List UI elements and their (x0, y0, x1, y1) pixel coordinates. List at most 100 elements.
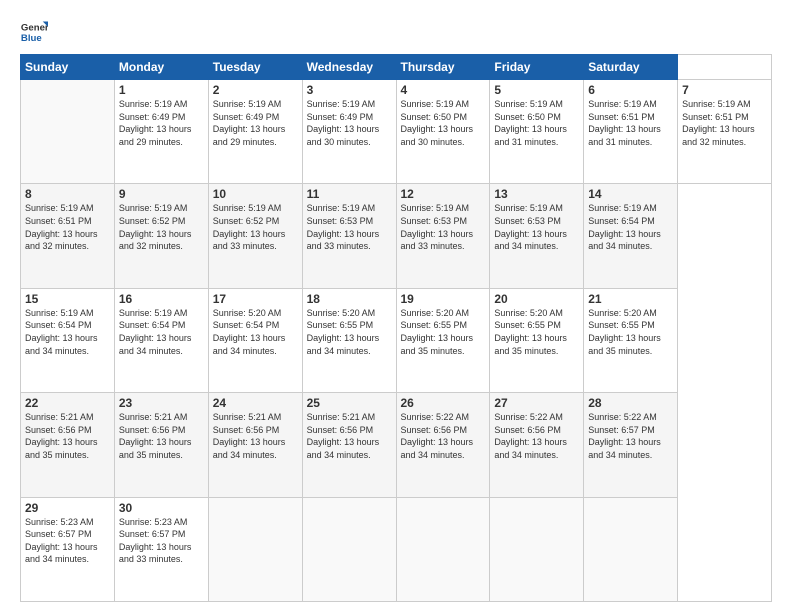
day-number: 20 (494, 292, 579, 306)
day-info: Sunrise: 5:20 AMSunset: 6:55 PMDaylight:… (588, 307, 673, 357)
col-header-saturday: Saturday (584, 55, 678, 80)
calendar-cell: 15Sunrise: 5:19 AMSunset: 6:54 PMDayligh… (21, 288, 115, 392)
calendar-cell: 8Sunrise: 5:19 AMSunset: 6:51 PMDaylight… (21, 184, 115, 288)
col-header-friday: Friday (490, 55, 584, 80)
calendar-cell: 19Sunrise: 5:20 AMSunset: 6:55 PMDayligh… (396, 288, 490, 392)
calendar-cell: 1Sunrise: 5:19 AMSunset: 6:49 PMDaylight… (114, 80, 208, 184)
calendar-cell: 20Sunrise: 5:20 AMSunset: 6:55 PMDayligh… (490, 288, 584, 392)
calendar-cell: 30Sunrise: 5:23 AMSunset: 6:57 PMDayligh… (114, 497, 208, 601)
day-info: Sunrise: 5:19 AMSunset: 6:54 PMDaylight:… (25, 307, 110, 357)
logo: General Blue (20, 18, 48, 46)
calendar-cell: 23Sunrise: 5:21 AMSunset: 6:56 PMDayligh… (114, 393, 208, 497)
day-number: 29 (25, 501, 110, 515)
calendar-cell: 12Sunrise: 5:19 AMSunset: 6:53 PMDayligh… (396, 184, 490, 288)
calendar-cell: 28Sunrise: 5:22 AMSunset: 6:57 PMDayligh… (584, 393, 678, 497)
calendar-cell: 27Sunrise: 5:22 AMSunset: 6:56 PMDayligh… (490, 393, 584, 497)
day-info: Sunrise: 5:20 AMSunset: 6:55 PMDaylight:… (494, 307, 579, 357)
calendar-week-4: 22Sunrise: 5:21 AMSunset: 6:56 PMDayligh… (21, 393, 772, 497)
day-info: Sunrise: 5:23 AMSunset: 6:57 PMDaylight:… (25, 516, 110, 566)
day-number: 11 (307, 187, 392, 201)
calendar-table: SundayMondayTuesdayWednesdayThursdayFrid… (20, 54, 772, 602)
day-info: Sunrise: 5:19 AMSunset: 6:53 PMDaylight:… (401, 202, 486, 252)
day-number: 24 (213, 396, 298, 410)
calendar-cell: 18Sunrise: 5:20 AMSunset: 6:55 PMDayligh… (302, 288, 396, 392)
day-number: 9 (119, 187, 204, 201)
calendar-cell: 5Sunrise: 5:19 AMSunset: 6:50 PMDaylight… (490, 80, 584, 184)
day-info: Sunrise: 5:19 AMSunset: 6:53 PMDaylight:… (307, 202, 392, 252)
day-number: 10 (213, 187, 298, 201)
day-number: 8 (25, 187, 110, 201)
day-number: 19 (401, 292, 486, 306)
calendar-cell: 4Sunrise: 5:19 AMSunset: 6:50 PMDaylight… (396, 80, 490, 184)
day-number: 6 (588, 83, 673, 97)
calendar-cell: 22Sunrise: 5:21 AMSunset: 6:56 PMDayligh… (21, 393, 115, 497)
day-number: 27 (494, 396, 579, 410)
calendar-cell: 24Sunrise: 5:21 AMSunset: 6:56 PMDayligh… (208, 393, 302, 497)
calendar-cell (302, 497, 396, 601)
day-info: Sunrise: 5:23 AMSunset: 6:57 PMDaylight:… (119, 516, 204, 566)
calendar-cell (396, 497, 490, 601)
day-info: Sunrise: 5:19 AMSunset: 6:52 PMDaylight:… (213, 202, 298, 252)
calendar-cell: 25Sunrise: 5:21 AMSunset: 6:56 PMDayligh… (302, 393, 396, 497)
day-number: 26 (401, 396, 486, 410)
day-number: 1 (119, 83, 204, 97)
col-header-sunday: Sunday (21, 55, 115, 80)
day-info: Sunrise: 5:19 AMSunset: 6:54 PMDaylight:… (119, 307, 204, 357)
calendar-header-row: SundayMondayTuesdayWednesdayThursdayFrid… (21, 55, 772, 80)
day-number: 14 (588, 187, 673, 201)
day-number: 23 (119, 396, 204, 410)
day-info: Sunrise: 5:20 AMSunset: 6:55 PMDaylight:… (401, 307, 486, 357)
col-header-tuesday: Tuesday (208, 55, 302, 80)
calendar-cell (584, 497, 678, 601)
header: General Blue (20, 18, 772, 46)
day-number: 22 (25, 396, 110, 410)
day-info: Sunrise: 5:21 AMSunset: 6:56 PMDaylight:… (213, 411, 298, 461)
day-info: Sunrise: 5:21 AMSunset: 6:56 PMDaylight:… (25, 411, 110, 461)
calendar-week-5: 29Sunrise: 5:23 AMSunset: 6:57 PMDayligh… (21, 497, 772, 601)
calendar-cell (208, 497, 302, 601)
day-number: 21 (588, 292, 673, 306)
day-number: 17 (213, 292, 298, 306)
col-header-wednesday: Wednesday (302, 55, 396, 80)
day-info: Sunrise: 5:20 AMSunset: 6:55 PMDaylight:… (307, 307, 392, 357)
day-number: 28 (588, 396, 673, 410)
day-info: Sunrise: 5:19 AMSunset: 6:53 PMDaylight:… (494, 202, 579, 252)
day-number: 30 (119, 501, 204, 515)
day-number: 13 (494, 187, 579, 201)
svg-text:General: General (21, 22, 48, 33)
day-info: Sunrise: 5:19 AMSunset: 6:51 PMDaylight:… (588, 98, 673, 148)
calendar-cell: 6Sunrise: 5:19 AMSunset: 6:51 PMDaylight… (584, 80, 678, 184)
calendar-cell (490, 497, 584, 601)
calendar-cell: 9Sunrise: 5:19 AMSunset: 6:52 PMDaylight… (114, 184, 208, 288)
day-info: Sunrise: 5:19 AMSunset: 6:51 PMDaylight:… (682, 98, 767, 148)
col-header-thursday: Thursday (396, 55, 490, 80)
day-info: Sunrise: 5:19 AMSunset: 6:51 PMDaylight:… (25, 202, 110, 252)
calendar-week-1: 1Sunrise: 5:19 AMSunset: 6:49 PMDaylight… (21, 80, 772, 184)
col-header-monday: Monday (114, 55, 208, 80)
calendar-cell: 14Sunrise: 5:19 AMSunset: 6:54 PMDayligh… (584, 184, 678, 288)
day-info: Sunrise: 5:19 AMSunset: 6:50 PMDaylight:… (494, 98, 579, 148)
calendar-cell: 10Sunrise: 5:19 AMSunset: 6:52 PMDayligh… (208, 184, 302, 288)
day-info: Sunrise: 5:22 AMSunset: 6:56 PMDaylight:… (401, 411, 486, 461)
page: General Blue SundayMondayTuesdayWednesda… (0, 0, 792, 612)
day-number: 4 (401, 83, 486, 97)
day-number: 7 (682, 83, 767, 97)
day-number: 25 (307, 396, 392, 410)
day-info: Sunrise: 5:19 AMSunset: 6:49 PMDaylight:… (119, 98, 204, 148)
svg-text:Blue: Blue (21, 33, 42, 44)
calendar-cell: 11Sunrise: 5:19 AMSunset: 6:53 PMDayligh… (302, 184, 396, 288)
day-info: Sunrise: 5:19 AMSunset: 6:54 PMDaylight:… (588, 202, 673, 252)
calendar-cell: 16Sunrise: 5:19 AMSunset: 6:54 PMDayligh… (114, 288, 208, 392)
day-number: 2 (213, 83, 298, 97)
day-number: 3 (307, 83, 392, 97)
calendar-cell: 2Sunrise: 5:19 AMSunset: 6:49 PMDaylight… (208, 80, 302, 184)
day-info: Sunrise: 5:20 AMSunset: 6:54 PMDaylight:… (213, 307, 298, 357)
calendar-week-2: 8Sunrise: 5:19 AMSunset: 6:51 PMDaylight… (21, 184, 772, 288)
day-info: Sunrise: 5:22 AMSunset: 6:56 PMDaylight:… (494, 411, 579, 461)
calendar-cell: 29Sunrise: 5:23 AMSunset: 6:57 PMDayligh… (21, 497, 115, 601)
day-info: Sunrise: 5:21 AMSunset: 6:56 PMDaylight:… (307, 411, 392, 461)
calendar-week-3: 15Sunrise: 5:19 AMSunset: 6:54 PMDayligh… (21, 288, 772, 392)
calendar-cell: 7Sunrise: 5:19 AMSunset: 6:51 PMDaylight… (678, 80, 772, 184)
day-info: Sunrise: 5:19 AMSunset: 6:50 PMDaylight:… (401, 98, 486, 148)
calendar-cell: 13Sunrise: 5:19 AMSunset: 6:53 PMDayligh… (490, 184, 584, 288)
